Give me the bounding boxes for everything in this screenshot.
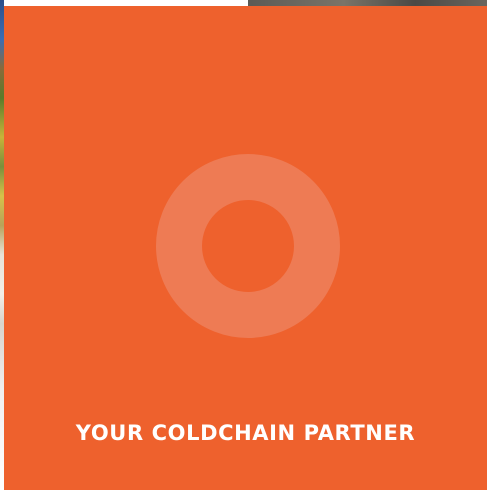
promo-stage: YOUR COLDCHAIN PARTNER: [0, 0, 487, 490]
ring-logo-icon: [156, 154, 340, 338]
ring-shape: [156, 154, 340, 338]
tagline-text: YOUR COLDCHAIN PARTNER: [75, 421, 416, 445]
